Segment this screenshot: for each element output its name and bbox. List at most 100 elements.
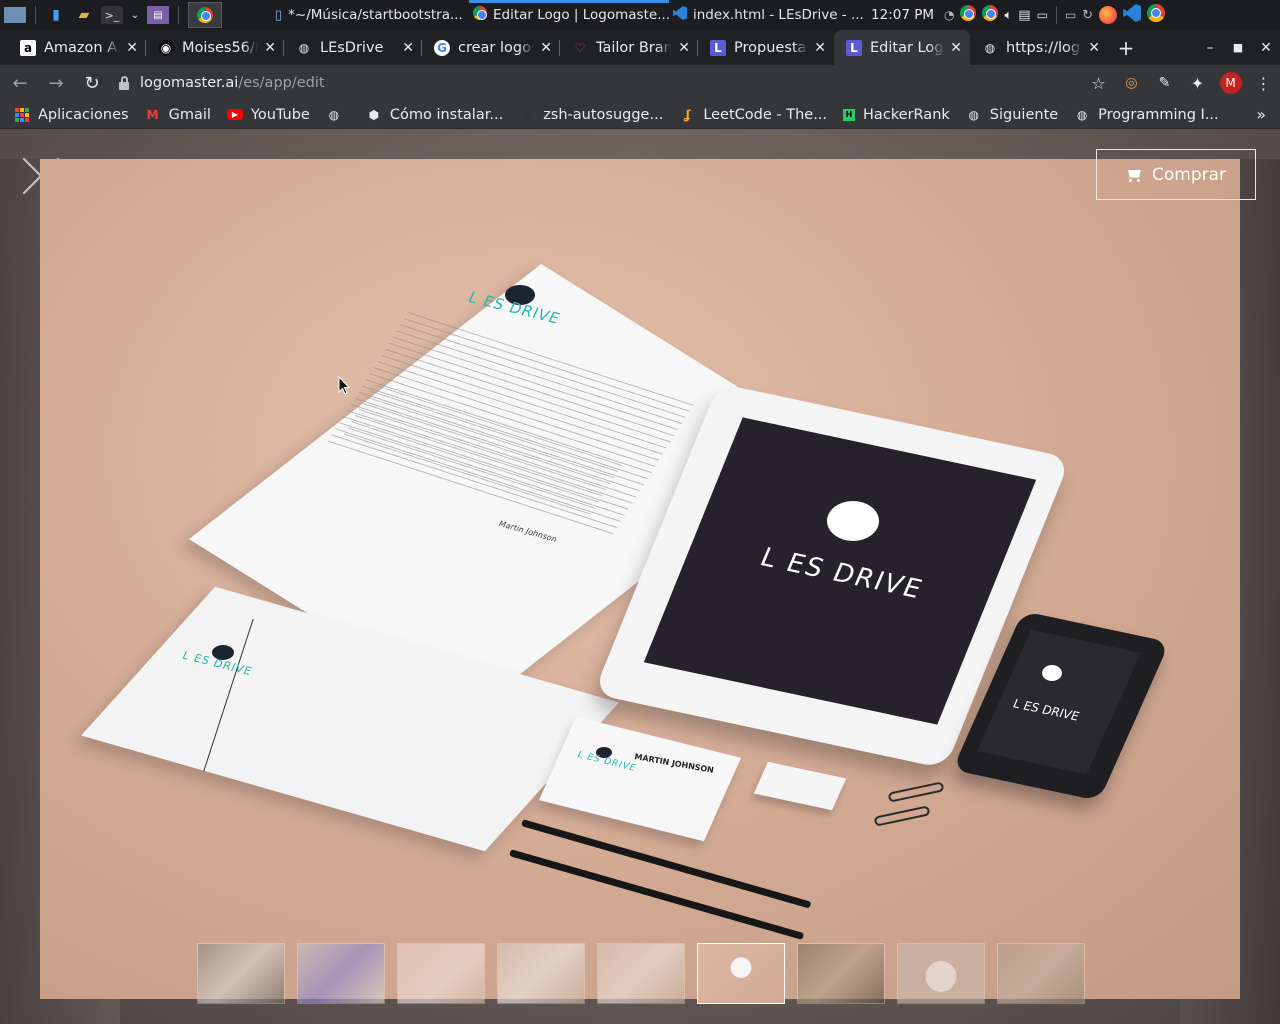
forward-button[interactable]: →	[40, 67, 72, 99]
bookmark-label: Siguiente	[989, 106, 1059, 123]
bookmark-programming[interactable]: ◍ Programming I...	[1066, 101, 1226, 129]
file-manager-icon[interactable]: ▮	[45, 6, 67, 24]
url-path: /es/app/edit	[238, 75, 325, 91]
folder-icon[interactable]: ▰	[73, 6, 95, 24]
lightbox-overlay: L ES DRIVE Martin Johnson L ES DRIVE L E…	[0, 129, 1280, 1024]
globe-icon: ◍	[968, 107, 980, 122]
tab-github[interactable]: ◉ Moises56/L ✕	[146, 30, 284, 65]
bookmark-label: Gmail	[168, 106, 211, 123]
bookmark-apps[interactable]: Aplicaciones	[0, 101, 137, 129]
tab-lesdrive[interactable]: ◍ LEsDrive ✕	[284, 30, 422, 65]
extension-pen-icon[interactable]: ✎	[1148, 67, 1181, 99]
more-bookmarks-icon[interactable]: »	[1256, 105, 1280, 124]
text-editor-icon: ▯	[275, 7, 283, 23]
taskbar-task-vscode[interactable]: index.html - LEsDrive - ...	[669, 0, 865, 30]
desktop-icon[interactable]	[4, 7, 26, 23]
close-tab-icon[interactable]: ✕	[540, 40, 552, 56]
reload-button[interactable]: ↻	[76, 67, 108, 99]
bookmarks-bar: Aplicaciones M Gmail ▶ YouTube ◍ ⬢ Cómo …	[0, 101, 1280, 129]
bookmark-siguiente[interactable]: ◍ Siguiente	[958, 101, 1066, 129]
paperclip-icon	[873, 805, 931, 827]
hackerrank-icon: H	[843, 108, 856, 121]
thumbnail-image	[298, 944, 384, 1003]
bookmark-star-icon[interactable]: ☆	[1082, 67, 1115, 99]
close-tab-icon[interactable]: ✕	[264, 40, 276, 56]
bookmark-label: Cómo instalar...	[389, 106, 504, 123]
chrome-launcher-icon[interactable]	[188, 2, 222, 28]
battery-icon[interactable]: ▭	[1037, 8, 1048, 22]
lock-icon[interactable]	[118, 76, 130, 90]
thumbnail-storefront[interactable]	[797, 943, 885, 1004]
bookmark-globe[interactable]: ◍	[318, 101, 358, 129]
helmet-logo-icon	[1042, 665, 1062, 681]
volume-icon[interactable]: 🔈︎	[1004, 8, 1012, 23]
bookmark-hackerrank[interactable]: H HackerRank	[835, 101, 958, 129]
minimize-icon[interactable]: –	[1196, 40, 1224, 56]
zsh-icon: ●	[521, 107, 533, 122]
media-app-icon[interactable]: ▤	[147, 6, 169, 24]
tab-https-log[interactable]: ◍ https://log ✕	[970, 30, 1108, 65]
thumbnail-cards[interactable]	[597, 943, 685, 1004]
gmail-icon: M	[146, 107, 159, 122]
thumbnail-stationery[interactable]	[697, 943, 785, 1004]
bookmark-label: Programming I...	[1098, 106, 1219, 123]
bookmark-leetcode[interactable]: ʆ LeetCode - The...	[671, 101, 835, 129]
chrome-icon	[473, 6, 487, 24]
tab-label: Moises56/L	[182, 39, 259, 56]
stationery-mockup-image: L ES DRIVE Martin Johnson L ES DRIVE L E…	[40, 159, 1240, 999]
firefox-icon[interactable]	[1099, 6, 1118, 24]
cart-icon	[1126, 169, 1142, 182]
taskbar-clock[interactable]: 12:07 PM	[871, 7, 934, 23]
taskbar-task-editor[interactable]: ▯ *~/Música/startbootstra...	[271, 0, 469, 30]
notifications-icon[interactable]: ▤	[1018, 8, 1030, 23]
tab-propuestas[interactable]: L Propuestas ✕	[698, 30, 834, 65]
close-tab-icon[interactable]: ✕	[402, 40, 414, 56]
tab-crear-logos[interactable]: G crear logos ✕	[422, 30, 560, 65]
taskbar-task-chrome[interactable]: Editar Logo | Logomaste...	[469, 0, 669, 30]
refresh-tray-icon[interactable]: ↻	[1082, 8, 1093, 23]
google-icon: G	[434, 39, 450, 56]
buy-button[interactable]: Comprar	[1096, 149, 1256, 200]
bookmark-como-instalar[interactable]: ⬢ Cómo instalar...	[358, 101, 511, 129]
screen-icon[interactable]: ▭	[1065, 8, 1076, 22]
close-tab-icon[interactable]: ✕	[126, 40, 138, 56]
network-icon[interactable]: ◔	[944, 8, 954, 22]
taskbar-task-label: *~/Música/startbootstra...	[288, 7, 463, 23]
thumbnail-sign-wall[interactable]	[197, 943, 285, 1004]
profile-button[interactable]: M	[1214, 67, 1247, 99]
close-tab-icon[interactable]: ✕	[678, 40, 690, 56]
tab-tailor-brands[interactable]: ♡ Tailor Bran ✕	[560, 30, 698, 65]
thumbnail-image	[798, 944, 884, 1003]
vscode-icon	[673, 6, 687, 24]
tab-editar-logo[interactable]: L Editar Logo ✕	[834, 30, 970, 65]
thumbnail-bag[interactable]	[497, 943, 585, 1004]
bookmark-zsh[interactable]: ● zsh-autosugge...	[511, 101, 671, 129]
menu-kebab-icon[interactable]: ⋮	[1247, 67, 1280, 99]
close-tab-icon[interactable]: ✕	[950, 40, 962, 56]
address-bar[interactable]: logomaster.ai/es/app/edit	[114, 69, 1076, 97]
vscode-tray-icon[interactable]	[1123, 4, 1142, 26]
close-tab-icon[interactable]: ✕	[814, 40, 826, 56]
extension-owl-icon[interactable]: ◎	[1115, 67, 1148, 99]
maximize-icon[interactable]: ■	[1224, 41, 1252, 54]
new-tab-button[interactable]: +	[1108, 30, 1144, 65]
system-tray: ◔ 🔈︎ ▤ ▭ ▭ ↻	[944, 4, 1166, 26]
back-button[interactable]: ←	[4, 67, 36, 99]
chrome-tray-icon[interactable]	[960, 5, 977, 25]
amazon-icon: a	[20, 39, 36, 56]
tab-amazon[interactable]: a Amazon Ap ✕	[0, 30, 146, 65]
thumbnail-tshirt[interactable]	[897, 943, 985, 1004]
chrome-tray-icon-2[interactable]	[982, 5, 999, 25]
chrome-tray-icon-3[interactable]	[1147, 4, 1166, 26]
thumbnail-phone-hand[interactable]	[297, 943, 385, 1004]
terminal-icon[interactable]: >_	[101, 6, 123, 24]
close-tab-icon[interactable]: ✕	[1088, 40, 1100, 56]
bookmark-gmail[interactable]: M Gmail	[137, 101, 219, 129]
dropdown-chevron-icon[interactable]: ⌄	[129, 6, 141, 24]
avatar: M	[1219, 72, 1242, 94]
thumbnail-texture[interactable]	[997, 943, 1085, 1004]
close-window-icon[interactable]: ✕	[1252, 40, 1280, 56]
extensions-puzzle-icon[interactable]: ✦	[1181, 67, 1214, 99]
thumbnail-hand-paper[interactable]	[397, 943, 485, 1004]
bookmark-youtube[interactable]: ▶ YouTube	[219, 101, 318, 129]
